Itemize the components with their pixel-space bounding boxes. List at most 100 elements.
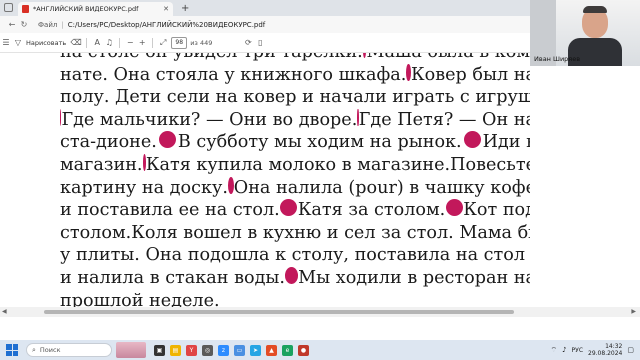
text-fragment: на столе он увидел три тарелки. — [60, 53, 363, 64]
text-line: на столе он увидел три тарелки.Маша была… — [60, 53, 530, 64]
text-line: у плиты. Она подошла к столу, поставила … — [60, 244, 530, 267]
close-icon[interactable]: ✕ — [163, 5, 169, 13]
webcam-person-hair — [583, 6, 607, 13]
webcam-name: Иван Ширяев — [534, 55, 581, 63]
address-bar: ← ↻ Файл | C:/Users/PC/Desktop/АНГЛИЙСКИ… — [0, 16, 530, 33]
text-line: полу. Дети сели на ковер и начали играть… — [60, 86, 530, 109]
text-fragment: магазин. — [60, 154, 143, 175]
window-menu-icon[interactable] — [4, 3, 13, 12]
telegram-icon[interactable]: ➤ — [250, 344, 261, 356]
text-fragment: столом. — [60, 222, 132, 243]
system-tray: ⌔ ♪ РУС 14:32 29.08.2024 ▢ — [550, 343, 640, 357]
windows-start-icon[interactable] — [6, 344, 18, 356]
language-indicator[interactable]: РУС — [572, 347, 583, 354]
toolbar-divider — [119, 37, 121, 48]
text-line: нате. Она стояла у книжного шкафа. Ковер … — [60, 63, 530, 87]
read-aloud-icon[interactable]: ♫ — [103, 38, 115, 47]
task-view-icon[interactable]: ▣ — [154, 344, 165, 356]
draw-button[interactable]: Нарисовать — [26, 39, 66, 47]
text-fragment: Где Петя? — Он на — [358, 109, 530, 130]
text-fragment: Повесьте — [450, 154, 530, 175]
text-line: ста-дионе. В субботу мы ходим на рынок. Ид… — [60, 131, 530, 154]
zoom-in-icon[interactable]: + — [136, 38, 148, 47]
scrollbar-thumb[interactable] — [44, 310, 514, 314]
pdf-toolbar: ☰ ▽ Нарисовать ⌫ A ♫ − + ⤢ 98 из 449 ⟳ ▯ — [0, 33, 530, 53]
text-icon[interactable]: A — [91, 38, 103, 47]
network-icon[interactable]: ⌔ — [550, 346, 557, 355]
contents-icon[interactable]: ☰ — [0, 38, 12, 47]
recorder-icon[interactable]: ● — [298, 344, 309, 356]
back-icon[interactable]: ← — [6, 20, 18, 29]
bullet-dot-icon — [285, 266, 299, 284]
text-line: картину на доску. Она налила (pour) в чаш… — [60, 176, 530, 200]
taskbar-search-placeholder: Поиск — [39, 346, 61, 354]
text-fragment: Где мальчики? — Они во дворе. — [61, 109, 358, 130]
text-fragment: Катя за столом. — [297, 200, 446, 221]
text-fragment: и поставила ее на стол. — [60, 200, 280, 221]
zoom-out-icon[interactable]: − — [124, 38, 136, 47]
text-line: и налила в стакан воды. Мы ходили в ресто… — [60, 266, 530, 290]
text-fragment: Мы ходили в ресторан на — [298, 267, 530, 288]
address-file-label: Файл — [38, 20, 58, 29]
text-line: прошлой неделе. — [60, 290, 530, 307]
page-number-input[interactable]: 98 — [171, 36, 188, 49]
document-text: на столе он увидел три тарелки.Маша была… — [60, 53, 530, 307]
browser-tabstrip: *АНГЛИЙСКИЙ ВИДЕОКУРС.pdf ✕ + — [0, 0, 530, 16]
pdf-page[interactable]: на столе он увидел три тарелки.Маша была… — [0, 53, 530, 307]
bullet-dot-icon — [463, 131, 481, 149]
page-total: из 449 — [190, 38, 213, 47]
text-fragment: полу. Дети сели на ковер и начали играть… — [60, 87, 530, 108]
text-line: и поставила ее на стол. Катя за столом. Ко… — [60, 199, 530, 222]
file-explorer-icon[interactable]: ▤ — [170, 344, 181, 356]
search-highlight-image[interactable] — [116, 342, 146, 358]
address-separator: | — [61, 20, 64, 29]
text-fragment: Ковер был на — [411, 64, 530, 85]
text-fragment: ста-дионе. — [60, 132, 157, 153]
rotate-icon[interactable]: ⟳ — [242, 38, 254, 47]
scroll-left-icon[interactable]: ◀ — [2, 307, 7, 317]
yandex-icon[interactable]: Y — [186, 344, 197, 356]
app-icon-orange[interactable]: ▲ — [266, 344, 277, 356]
text-fragment: Она налила (pour) в чашку кофе — [233, 177, 530, 198]
taskbar-apps: ▣ ▤ Y ◎ z ▭ ➤ ▲ e ● — [154, 344, 309, 356]
side-panel — [530, 66, 640, 307]
monitor-icon[interactable]: ▭ — [234, 344, 245, 356]
tab-pdf[interactable]: *АНГЛИЙСКИЙ ВИДЕОКУРС.pdf ✕ — [18, 2, 173, 16]
text-line: столом. Коля вошел в кухню и сел за стол.… — [60, 222, 530, 245]
horizontal-scrollbar[interactable]: ◀ ▶ — [0, 307, 640, 317]
toolbar-divider — [86, 37, 88, 48]
window-bottom-gap — [0, 317, 640, 340]
scroll-right-icon[interactable]: ▶ — [631, 307, 636, 317]
text-fragment: Катя купила молоко в магазине. — [145, 154, 451, 175]
app-icon[interactable]: ◎ — [202, 344, 213, 356]
new-tab-button[interactable]: + — [181, 2, 189, 16]
text-fragment: нате. Она стояла у книжного шкафа. — [60, 64, 407, 85]
text-fragment: В субботу мы ходим на рынок. — [177, 132, 462, 153]
highlight-icon[interactable]: ▽ — [12, 38, 24, 47]
text-fragment: Кот под — [463, 200, 530, 221]
bullet-dot-icon — [280, 199, 298, 217]
fit-page-icon[interactable]: ⤢ — [157, 38, 169, 48]
bullet-dot-icon — [445, 199, 463, 217]
taskbar-search[interactable]: ⌕ Поиск — [26, 343, 112, 357]
bullet-dot-icon — [158, 131, 176, 149]
screen: *АНГЛИЙСКИЙ ВИДЕОКУРС.pdf ✕ + ← ↻ Файл |… — [0, 0, 640, 360]
webcam-overlay: Иван Ширяев — [530, 0, 640, 66]
zoom-app-icon[interactable]: z — [218, 344, 229, 356]
eraser-icon[interactable]: ⌫ — [70, 38, 82, 47]
taskbar: ⌕ Поиск ▣ ▤ Y ◎ z ▭ ➤ ▲ e ● ⌔ ♪ РУС 14:3… — [0, 340, 640, 360]
text-fragment: Маша была в ком- — [366, 53, 530, 64]
address-url: C:/Users/PC/Desktop/АНГЛИЙСКИЙ%20ВИДЕОКУ… — [67, 20, 266, 29]
notifications-icon[interactable]: ▢ — [627, 346, 634, 354]
text-fragment: Коля вошел в кухню и сел за стол. Мама б… — [131, 222, 530, 243]
text-line: Где мальчики? — Они во дворе. Где Петя? —… — [60, 108, 530, 132]
clock[interactable]: 14:32 29.08.2024 — [588, 343, 622, 357]
tab-title: *АНГЛИЙСКИЙ ВИДЕОКУРС.pdf — [33, 5, 139, 13]
edge-icon[interactable]: e — [282, 344, 293, 356]
address-field[interactable]: Файл | C:/Users/PC/Desktop/АНГЛИЙСКИЙ%20… — [38, 21, 265, 29]
text-fragment: у плиты. Она подошла к столу, поставила … — [60, 245, 530, 266]
text-line: магазин. Катя купила молоко в магазине. По… — [60, 153, 530, 177]
volume-icon[interactable]: ♪ — [562, 346, 566, 354]
refresh-icon[interactable]: ↻ — [18, 20, 30, 29]
two-page-icon[interactable]: ▯ — [254, 38, 266, 47]
